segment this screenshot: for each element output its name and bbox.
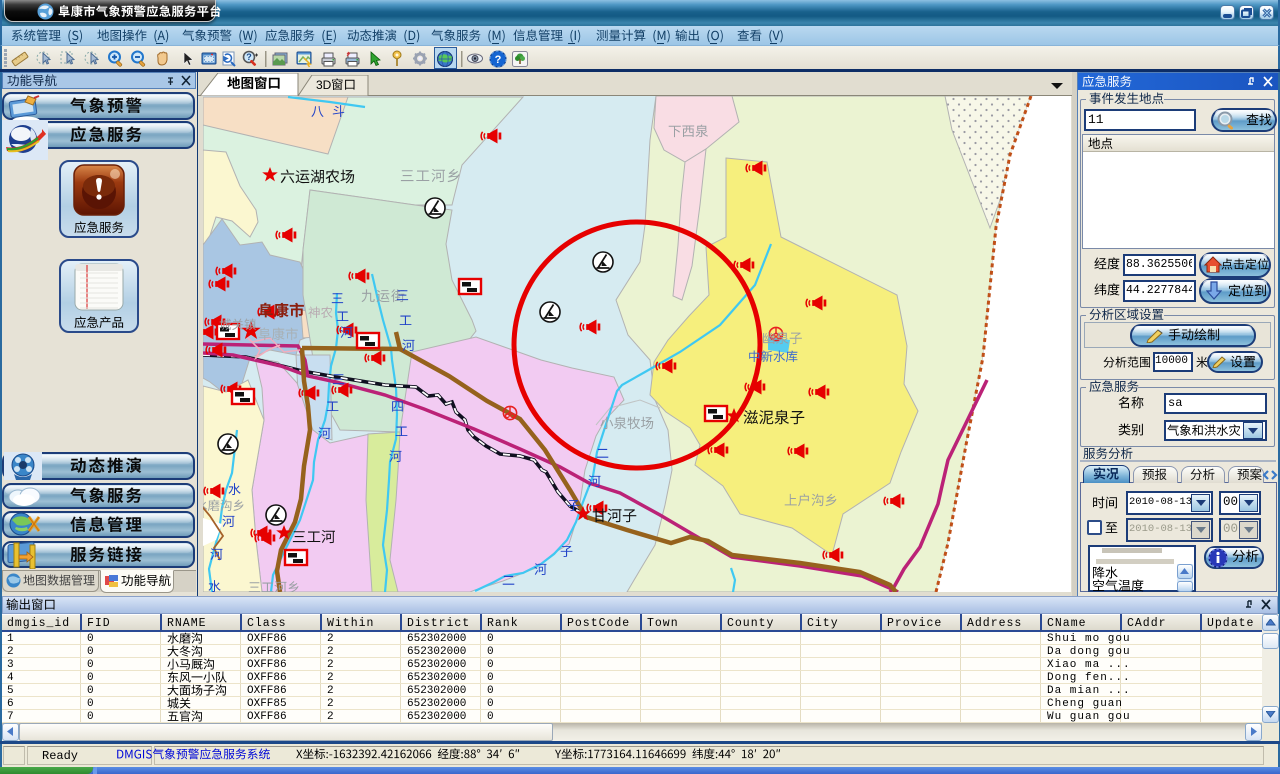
svg-text:?: ? (495, 54, 502, 66)
